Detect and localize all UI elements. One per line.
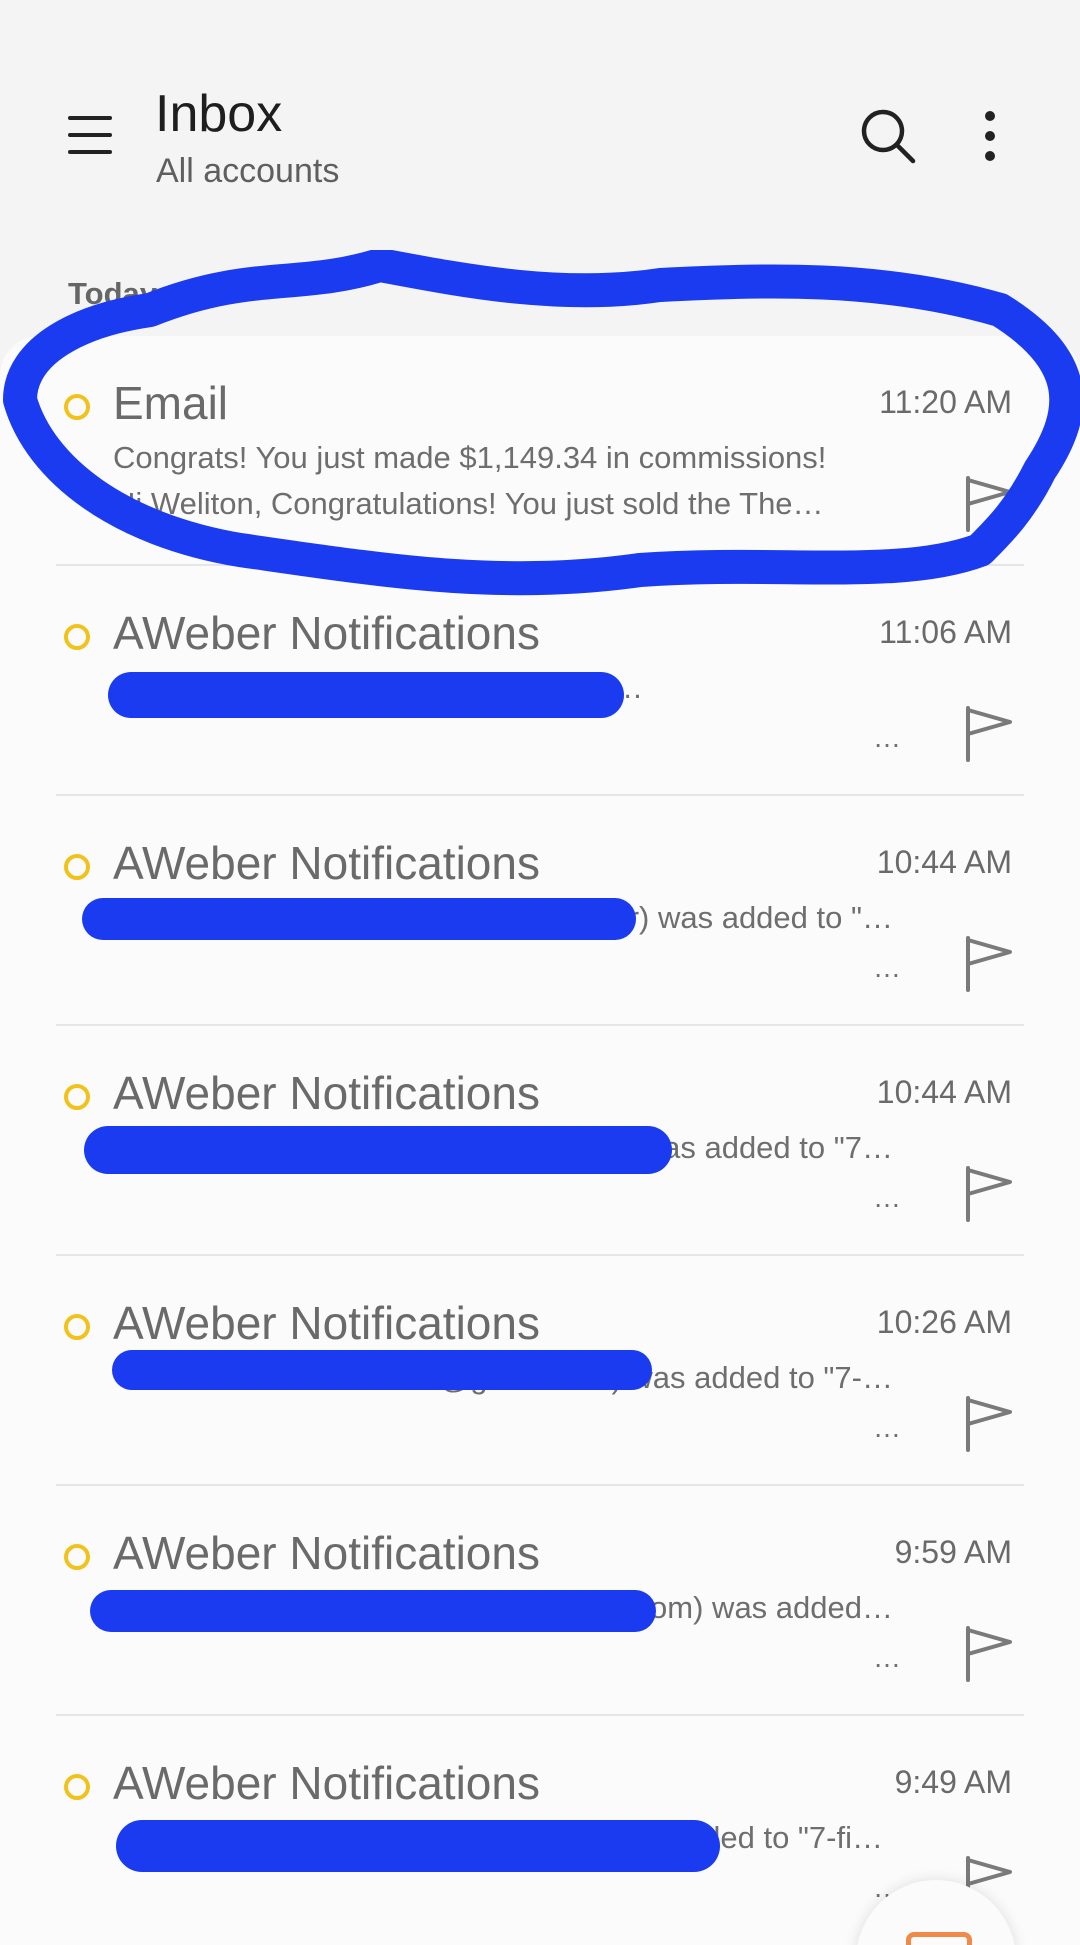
email-sender: AWeber Notifications bbox=[113, 1297, 540, 1349]
unread-dot-icon bbox=[64, 624, 90, 650]
search-button[interactable] bbox=[858, 106, 918, 166]
unread-dot-icon bbox=[64, 854, 90, 880]
more-vertical-icon bbox=[985, 111, 995, 161]
email-time: 9:49 AM bbox=[894, 1764, 1012, 1800]
email-time: 10:44 AM bbox=[876, 1074, 1012, 1110]
email-time: 10:44 AM bbox=[876, 844, 1012, 880]
redaction-scribble bbox=[108, 672, 624, 718]
search-icon bbox=[861, 109, 916, 164]
flag-icon bbox=[966, 1396, 1012, 1452]
more-text-ellipsis: … bbox=[873, 1642, 901, 1673]
unread-dot-icon bbox=[64, 1314, 90, 1340]
more-text-ellipsis: … bbox=[873, 952, 901, 983]
flag-button[interactable] bbox=[960, 704, 1016, 764]
menu-button[interactable] bbox=[64, 110, 116, 160]
hamburger-menu-icon bbox=[68, 150, 112, 154]
flag-button[interactable] bbox=[960, 1394, 1016, 1454]
more-text-ellipsis: … bbox=[873, 1182, 901, 1213]
compose-icon bbox=[906, 1932, 972, 1945]
flag-button[interactable] bbox=[960, 1624, 1016, 1684]
redaction-scribble bbox=[112, 1350, 652, 1390]
redaction-scribble bbox=[116, 1820, 720, 1872]
flag-icon bbox=[966, 1166, 1012, 1222]
hamburger-menu-icon bbox=[68, 116, 112, 120]
hamburger-menu-icon bbox=[68, 133, 112, 137]
email-sender: AWeber Notifications bbox=[113, 1527, 540, 1579]
more-text-ellipsis: … bbox=[873, 1412, 901, 1443]
email-app-screen: Inbox All accounts Today Email 11:20 AM … bbox=[0, 0, 1080, 1945]
flag-icon bbox=[966, 936, 1012, 992]
flag-icon bbox=[966, 706, 1012, 762]
flag-button[interactable] bbox=[960, 934, 1016, 994]
redaction-scribble bbox=[90, 1590, 656, 1632]
account-filter-label[interactable]: All accounts bbox=[156, 152, 339, 191]
redaction-scribble bbox=[84, 1126, 672, 1174]
unread-dot-icon bbox=[64, 1084, 90, 1110]
unread-dot-icon bbox=[64, 1774, 90, 1800]
email-sender: AWeber Notifications bbox=[113, 837, 540, 889]
more-text-ellipsis: … bbox=[873, 722, 901, 753]
email-time: 9:59 AM bbox=[894, 1534, 1012, 1570]
app-header: Inbox All accounts bbox=[0, 0, 1080, 240]
email-time: 10:26 AM bbox=[876, 1304, 1012, 1340]
unread-dot-icon bbox=[64, 1544, 90, 1570]
flag-button[interactable] bbox=[960, 1164, 1016, 1224]
redaction-scribble bbox=[82, 898, 636, 940]
flag-icon bbox=[966, 1626, 1012, 1682]
highlight-circle-scribble bbox=[3, 250, 1080, 596]
more-options-button[interactable] bbox=[972, 106, 1008, 166]
page-title: Inbox bbox=[155, 85, 283, 143]
email-sender: AWeber Notifications bbox=[113, 1757, 540, 1809]
email-sender: AWeber Notifications bbox=[113, 1067, 540, 1119]
